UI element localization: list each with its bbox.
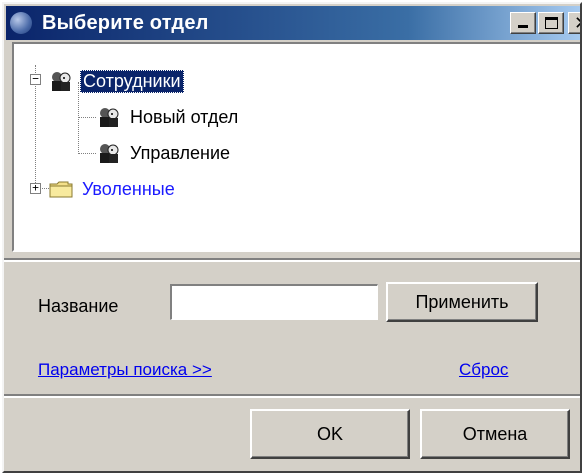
cancel-button[interactable]: Отмена — [420, 409, 570, 459]
dialog-window: Выберите отдел ✕ − Сотруд — [2, 2, 582, 473]
tree-connector-line — [78, 153, 96, 154]
tree-node-new-department[interactable]: Новый отдел — [96, 104, 240, 130]
tree-node-dismissed[interactable]: Уволенные — [48, 176, 177, 202]
maximize-icon — [545, 17, 558, 29]
tree-node-employees[interactable]: Сотрудники — [48, 68, 184, 94]
search-panel: Название Применить Параметры поиска >> С… — [4, 262, 580, 392]
minimize-button[interactable] — [510, 12, 536, 34]
window-title: Выберите отдел — [42, 11, 209, 34]
separator — [4, 396, 580, 398]
tree-node-label: Управление — [130, 142, 231, 163]
search-params-link[interactable]: Параметры поиска >> — [38, 360, 212, 380]
people-icon — [96, 106, 122, 128]
title-bar[interactable]: Выберите отдел ✕ — [6, 6, 580, 40]
name-input[interactable] — [170, 284, 378, 320]
window-controls: ✕ — [510, 12, 580, 34]
expand-toggle[interactable]: + — [30, 182, 41, 194]
app-globe-icon — [10, 12, 32, 34]
tree-node-label: Новый отдел — [130, 106, 239, 127]
tree-node-label: Сотрудники — [80, 69, 184, 93]
minimize-icon — [518, 25, 528, 28]
folder-icon — [48, 179, 74, 199]
tree-node-label: Уволенные — [82, 178, 175, 199]
name-label: Название — [38, 296, 119, 316]
ok-button[interactable]: OK — [250, 409, 410, 459]
people-icon — [96, 142, 122, 164]
close-button[interactable]: ✕ — [568, 12, 580, 34]
tree-connector-line — [78, 117, 96, 118]
tree-node-management[interactable]: Управление — [96, 140, 232, 166]
close-icon: ✕ — [574, 13, 580, 34]
maximize-button[interactable] — [538, 12, 564, 34]
apply-button[interactable]: Применить — [386, 282, 538, 322]
department-tree[interactable]: − Сотрудники Новый отдел Управление + Ув… — [12, 42, 580, 252]
collapse-toggle[interactable]: − — [30, 73, 41, 85]
people-icon — [48, 70, 74, 92]
reset-link[interactable]: Сброс — [459, 360, 508, 380]
